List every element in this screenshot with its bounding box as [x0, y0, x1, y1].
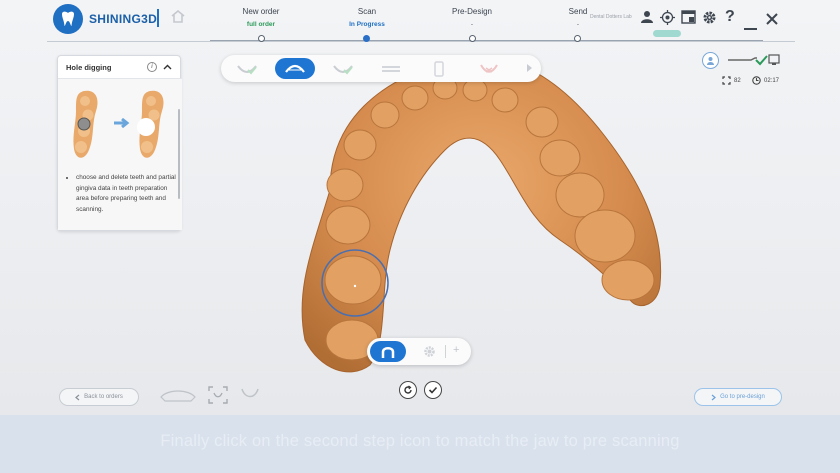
description-item: choose and delete teeth and partial ging… [76, 173, 178, 215]
window-icon[interactable] [681, 10, 696, 29]
toolbar-expand-arrow-icon[interactable] [527, 64, 532, 72]
crosshair-icon[interactable] [660, 10, 675, 30]
step-status: full order [246, 21, 276, 28]
step-status: - [576, 21, 580, 28]
step-title: Scan [357, 7, 377, 16]
scan-app-window: SHINING3D New order full order Scan In P… [0, 0, 840, 415]
phone-tool[interactable] [419, 58, 459, 79]
go-to-pre-design-button[interactable]: Go to pre-design [694, 388, 782, 406]
lower-jaw-3d-scan[interactable] [260, 40, 680, 380]
connection-indicator [653, 30, 681, 37]
checkmark-icon [428, 386, 438, 394]
bite-tool[interactable] [371, 58, 411, 79]
back-label: Back to orders [84, 394, 123, 400]
dentist-name: Dental Dotters Lab [590, 14, 632, 20]
user-icon[interactable] [640, 10, 654, 29]
panel-description: choose and delete teeth and partial ging… [68, 173, 178, 215]
frame-select-tool-icon[interactable] [207, 385, 229, 405]
mode-divider [445, 345, 446, 358]
lower-jaw-tool-icon[interactable] [239, 385, 261, 405]
next-label: Go to pre-design [720, 394, 765, 400]
panel-scrollbar[interactable] [178, 109, 180, 199]
arch-mode-button[interactable] [370, 341, 406, 362]
trim-tool[interactable] [469, 58, 509, 79]
hole-digging-illustration [73, 90, 164, 158]
add-mode-icon[interactable]: + [453, 344, 459, 356]
panel-title: Hole digging [66, 62, 112, 72]
check-lower-tool[interactable] [323, 58, 363, 79]
clock-icon [752, 76, 761, 85]
video-subtitle: Finally click on the second step icon to… [160, 432, 680, 450]
scan-timer: 02:17 [752, 76, 779, 85]
scan-toolbar [221, 55, 541, 82]
frame-count-icon [722, 76, 731, 85]
step-scan[interactable]: Scan In Progress [322, 7, 412, 28]
info-icon[interactable]: i [147, 62, 157, 72]
close-icon[interactable] [766, 12, 778, 30]
hole-digging-panel: Hole digging i choose and delete teeth a… [57, 55, 182, 231]
header-bar: SHINING3D New order full order Scan In P… [47, 0, 795, 42]
chevron-left-icon [75, 394, 80, 400]
tooth-logo-icon [53, 4, 83, 34]
arch-icon [381, 346, 395, 358]
frame-counter: 82 [722, 76, 741, 85]
confirm-button[interactable] [424, 381, 442, 399]
refresh-icon [404, 385, 412, 394]
chevron-right-icon [711, 394, 717, 400]
scan-mode-toggle: + [367, 338, 471, 365]
help-icon[interactable]: ? [725, 8, 735, 26]
jaw-outline-tool-icon[interactable] [158, 385, 198, 405]
back-to-orders-button[interactable]: Back to orders [59, 388, 139, 406]
scanner-connected-icon [728, 54, 780, 66]
timer-value: 02:17 [764, 77, 780, 84]
upper-jaw-tool[interactable] [275, 58, 315, 79]
brand-name: SHINING3D [89, 12, 158, 26]
panel-body: choose and delete teeth and partial ging… [58, 78, 182, 230]
home-icon[interactable] [171, 9, 185, 28]
collapse-chevron-icon[interactable] [163, 64, 172, 70]
step-pre-design[interactable]: Pre-Design - [427, 7, 517, 28]
check-scan-tool[interactable] [227, 58, 267, 79]
settings-icon[interactable] [702, 10, 717, 30]
step-status: In Progress [349, 21, 385, 28]
patient-avatar-icon[interactable] [702, 52, 719, 69]
minimize-icon[interactable] [744, 18, 757, 36]
step-status: - [470, 21, 474, 28]
reset-view-button[interactable] [399, 381, 417, 399]
step-title: Pre-Design [451, 7, 492, 16]
panel-header: Hole digging i [58, 56, 180, 78]
logo-divider [157, 9, 159, 27]
step-title: New order [242, 7, 280, 16]
frame-count-value: 82 [734, 77, 741, 84]
scan-settings-icon[interactable] [423, 345, 436, 363]
step-new-order[interactable]: New order full order [216, 7, 306, 28]
